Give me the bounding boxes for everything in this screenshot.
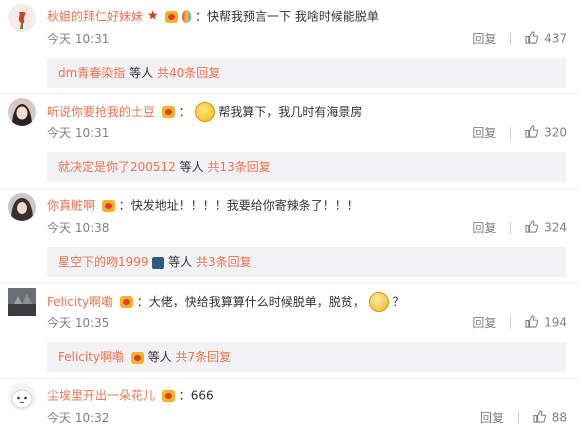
avatar[interactable] — [8, 98, 36, 126]
comment-colon: ： — [178, 105, 191, 119]
crying-emoji-icon — [368, 292, 389, 312]
commenter-name[interactable]: 听说你要抢我的土豆 — [47, 105, 155, 119]
comment-actions: 回复 194 — [472, 314, 567, 331]
reply-button[interactable]: 回复 — [480, 411, 504, 425]
vip-badge-icon — [101, 199, 115, 212]
thumbs-up-icon[interactable] — [533, 409, 546, 426]
divider — [510, 221, 512, 234]
like-count: 88 — [551, 410, 567, 425]
vip-badge-icon — [165, 10, 179, 23]
avatar[interactable] — [8, 4, 36, 32]
vip-badge-icon — [161, 389, 175, 402]
comment-time: 今天 10:31 — [47, 126, 110, 140]
reply-user-link[interactable]: Felicity啊嘞 — [58, 350, 124, 364]
sub-reply-summary[interactable]: dm青春染指 等人 共40条回复 — [47, 58, 566, 88]
comment-time: 今天 10:32 — [47, 411, 110, 425]
reply-user-link[interactable]: dm青春染指 — [58, 66, 125, 80]
star-badge-icon: ★ — [146, 8, 159, 24]
divider — [0, 283, 579, 284]
avatar[interactable] — [8, 288, 36, 316]
comment-item: 尘埃里开出一朵花儿 ：666 今天 10:32 回复 88 — [0, 383, 579, 430]
commenter-name[interactable]: 你真脏啊 — [47, 199, 95, 213]
sub-reply-summary[interactable]: Felicity啊嘞 等人 共7条回复 — [47, 342, 566, 372]
comment-item: 听说你要抢我的土豆 ： 帮我算下，我几时有海景房 今天 10:31 回复 320… — [0, 98, 579, 186]
comment-colon: ： — [118, 198, 131, 213]
reply-user-link[interactable]: 就决定是你了200512 — [58, 160, 176, 174]
thumbs-up-icon[interactable] — [525, 124, 539, 141]
avatar[interactable] — [8, 383, 36, 411]
comment-item: 秋姐的拜仁好妹妹 ★ ：快帮我预言一下 我啥时候能脱单 今天 10:31 回复 … — [0, 4, 579, 92]
reply-mid-text: 等人 — [129, 66, 154, 80]
vip-badge-icon — [130, 351, 144, 364]
comment-text: 快发地址！！！！我要给你寄辣条了！！！ — [130, 198, 359, 213]
like-count: 320 — [544, 125, 567, 140]
like-count: 194 — [544, 315, 567, 330]
vip-badge-icon — [119, 296, 133, 308]
comment-time: 今天 10:38 — [47, 221, 110, 235]
like-count: 437 — [544, 31, 567, 46]
thumbs-up-icon[interactable] — [525, 30, 539, 47]
reply-count-link[interactable]: 共13条回复 — [207, 160, 270, 174]
comment-text: 666 — [190, 388, 214, 403]
divider — [0, 378, 579, 379]
vip-badge-icon — [161, 106, 175, 118]
comment-colon: ： — [194, 9, 207, 24]
comment-actions: 回复 437 — [472, 30, 567, 47]
thinking-emoji-icon — [194, 102, 215, 122]
like-count: 324 — [544, 220, 567, 235]
comment-time: 今天 10:31 — [47, 32, 110, 46]
divider — [510, 316, 512, 329]
reply-count-link[interactable]: 共3条回复 — [196, 255, 252, 269]
reply-count-link[interactable]: 共7条回复 — [176, 350, 232, 364]
divider — [0, 93, 579, 94]
reply-button[interactable]: 回复 — [472, 221, 496, 235]
divider — [0, 188, 579, 189]
reply-button[interactable]: 回复 — [472, 126, 496, 140]
divider — [510, 126, 512, 139]
commenter-name[interactable]: Felicity啊嘞 — [47, 295, 113, 309]
comment-colon: ： — [178, 388, 191, 403]
comment-item: Felicity啊嘞 ：大佬，快给我算算什么时候脱单，脱贫， ？ 今天 10:3… — [0, 288, 579, 376]
divider — [517, 411, 519, 424]
comment-text-after: ？ — [392, 295, 405, 309]
avatar[interactable] — [8, 193, 36, 221]
reply-mid-text: 等人 — [179, 160, 204, 174]
comment-text: 快帮我预言一下 我啥时候能脱单 — [207, 9, 379, 24]
reply-count-link[interactable]: 共40条回复 — [157, 66, 220, 80]
comment-actions: 回复 324 — [472, 219, 567, 236]
comment-text: 大佬，快给我算算什么时候脱单，脱贫， — [148, 295, 365, 309]
balloon-badge-icon — [182, 10, 192, 23]
reply-mid-text: 等人 — [147, 350, 172, 364]
thumbs-up-icon[interactable] — [525, 219, 539, 236]
comment-item: 你真脏啊 ：快发地址！！！！我要给你寄辣条了！！！ 今天 10:38 回复 32… — [0, 193, 579, 281]
sub-reply-summary[interactable]: 就决定是你了200512 等人 共13条回复 — [47, 152, 566, 182]
comment-text: 帮我算下，我几时有海景房 — [218, 105, 363, 119]
reply-mid-text: 等人 — [168, 255, 193, 269]
comment-colon: ： — [136, 295, 149, 309]
reply-button[interactable]: 回复 — [472, 32, 496, 46]
reply-user-link[interactable]: 星空下的吻1999 — [58, 255, 149, 269]
divider — [510, 32, 512, 45]
commenter-name[interactable]: 秋姐的拜仁好妹妹 — [47, 10, 143, 24]
user-badge-icon — [152, 256, 165, 269]
comment-actions: 回复 320 — [472, 124, 567, 141]
comment-actions: 回复 88 — [480, 409, 567, 426]
commenter-name[interactable]: 尘埃里开出一朵花儿 — [47, 389, 155, 403]
sub-reply-summary[interactable]: 星空下的吻1999 等人 共3条回复 — [47, 247, 566, 277]
thumbs-up-icon[interactable] — [525, 314, 539, 331]
reply-button[interactable]: 回复 — [472, 316, 496, 330]
comment-time: 今天 10:35 — [47, 316, 110, 330]
